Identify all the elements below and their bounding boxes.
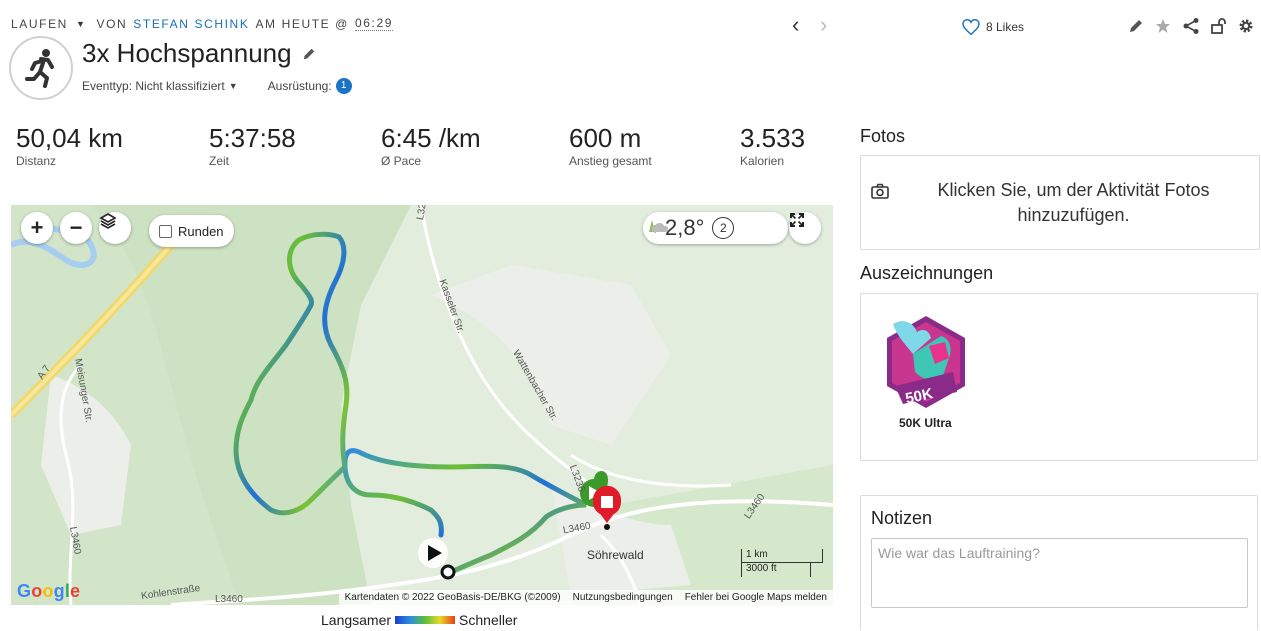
star-icon[interactable] bbox=[1153, 16, 1173, 36]
equipment-label: Ausrüstung: bbox=[267, 79, 332, 93]
activity-time[interactable]: 06:29 bbox=[354, 16, 393, 31]
scale-km: 1 km bbox=[741, 549, 823, 563]
photo-upload-panel[interactable]: Klicken Sie, um der Aktivität Fotos hinz… bbox=[860, 155, 1260, 250]
author-link[interactable]: STEFAN SCHINK bbox=[133, 17, 249, 31]
edit-icon[interactable] bbox=[1126, 16, 1146, 36]
heart-icon bbox=[962, 19, 980, 35]
laps-checkbox[interactable] bbox=[159, 224, 172, 238]
stat-value: 3.533 bbox=[740, 123, 806, 153]
notes-panel: Notizen bbox=[860, 495, 1258, 631]
at-text: AM HEUTE @ bbox=[255, 16, 349, 31]
gear-icon[interactable] bbox=[1236, 16, 1256, 36]
unlock-icon[interactable] bbox=[1208, 16, 1228, 36]
likes-count: 8 Likes bbox=[986, 20, 1025, 34]
winged-shoe-badge-icon: 50K bbox=[887, 316, 965, 408]
running-icon bbox=[25, 49, 54, 88]
report-error-link[interactable]: Fehler bei Google Maps melden bbox=[685, 592, 827, 603]
zoom-out-button[interactable]: − bbox=[60, 212, 92, 244]
map-attribution: Kartendaten © 2022 GeoBasis-DE/BKG (©200… bbox=[344, 592, 561, 603]
laps-label: Runden bbox=[178, 223, 224, 239]
awards-title: Auszeichnungen bbox=[860, 263, 994, 283]
breadcrumb: LAUFEN ▼ VON STEFAN SCHINK AM HEUTE @ 06… bbox=[11, 16, 393, 31]
terms-link[interactable]: Nutzungsbedingungen bbox=[573, 592, 673, 603]
wind-speed: 2 bbox=[712, 217, 735, 239]
previous-activity-icon[interactable]: ‹ bbox=[792, 14, 799, 36]
activity-subline: Eventtyp: Nicht klassifiziert ▼ Ausrüstu… bbox=[82, 78, 352, 94]
activity-title-wrap: 3x Hochspannung bbox=[82, 38, 316, 69]
pace-legend: Langsamer Schneller bbox=[321, 612, 517, 628]
stat-value: 6:45 /km bbox=[381, 123, 481, 153]
map-footer: Kartendaten © 2022 GeoBasis-DE/BKG (©200… bbox=[338, 590, 833, 605]
event-type-dropdown-icon[interactable]: ▼ bbox=[229, 81, 238, 91]
activity-type-avatar bbox=[9, 36, 73, 100]
notes-title: Notizen bbox=[871, 508, 933, 528]
legend-slower: Langsamer bbox=[321, 612, 392, 628]
next-activity-icon[interactable]: › bbox=[820, 14, 827, 36]
from-text: VON bbox=[96, 16, 128, 31]
stat-calories: 3.533 Kalorien bbox=[740, 122, 805, 168]
activity-title[interactable]: 3x Hochspannung bbox=[82, 38, 292, 69]
stat-label: Distanz bbox=[16, 154, 57, 168]
likes[interactable]: 8 Likes bbox=[962, 19, 1024, 35]
stat-time: 5:37:58 Zeit bbox=[209, 122, 296, 168]
map-canvas[interactable] bbox=[11, 205, 833, 605]
equipment-count-badge[interactable]: 1 bbox=[335, 78, 352, 94]
award-label: 50K Ultra bbox=[899, 416, 952, 430]
stat-label: Ø Pace bbox=[381, 154, 422, 168]
event-type[interactable]: Eventtyp: Nicht klassifiziert bbox=[82, 79, 225, 93]
stat-distance: 50,04 km Distanz bbox=[16, 122, 123, 168]
stat-value: 50,04 km bbox=[16, 123, 123, 153]
legend-gradient bbox=[395, 616, 456, 624]
cloud-trees-icon bbox=[649, 220, 669, 232]
map-label: L3460 bbox=[215, 594, 243, 605]
map-scale: 1 km 3000 ft bbox=[741, 549, 823, 579]
layers-button[interactable] bbox=[99, 212, 131, 244]
stat-label: Anstieg gesamt bbox=[569, 154, 652, 168]
award-badge-50k[interactable]: 50K bbox=[883, 314, 969, 410]
stat-label: Zeit bbox=[209, 154, 230, 168]
stat-pace: 6:45 /km Ø Pace bbox=[381, 122, 481, 168]
photos-title: Fotos bbox=[860, 126, 906, 146]
scale-ft: 3000 ft bbox=[741, 563, 811, 577]
awards-panel: 50K 50K Ultra bbox=[860, 293, 1258, 461]
zoom-in-button[interactable]: + bbox=[21, 212, 53, 244]
expand-icon bbox=[790, 213, 804, 227]
share-icon[interactable] bbox=[1181, 16, 1201, 36]
stat-value: 5:37:58 bbox=[209, 123, 296, 153]
stat-label: Kalorien bbox=[740, 154, 785, 168]
legend-faster: Schneller bbox=[459, 612, 518, 628]
stat-elevation: 600 m Anstieg gesamt bbox=[569, 122, 652, 168]
stat-value: 600 m bbox=[569, 123, 642, 153]
activity-type[interactable]: LAUFEN bbox=[11, 17, 68, 31]
camera-icon bbox=[871, 183, 889, 199]
weather-widget[interactable]: ‹ 2,8° 2 bbox=[643, 212, 788, 244]
layers-icon bbox=[99, 213, 117, 229]
photo-upload-prompt[interactable]: Klicken Sie, um der Aktivität Fotos hinz… bbox=[921, 178, 1226, 228]
route-map[interactable]: L3236 Kasseler Str. Wattenbacher Str. Me… bbox=[11, 205, 833, 605]
google-logo: Google bbox=[17, 581, 81, 601]
notes-textarea[interactable] bbox=[871, 538, 1248, 608]
edit-title-icon[interactable] bbox=[302, 47, 316, 61]
fullscreen-button[interactable] bbox=[789, 212, 821, 244]
laps-toggle[interactable]: Runden bbox=[149, 215, 234, 247]
activity-type-dropdown-icon[interactable]: ▼ bbox=[76, 19, 87, 29]
map-town-label: Söhrewald bbox=[587, 548, 644, 562]
